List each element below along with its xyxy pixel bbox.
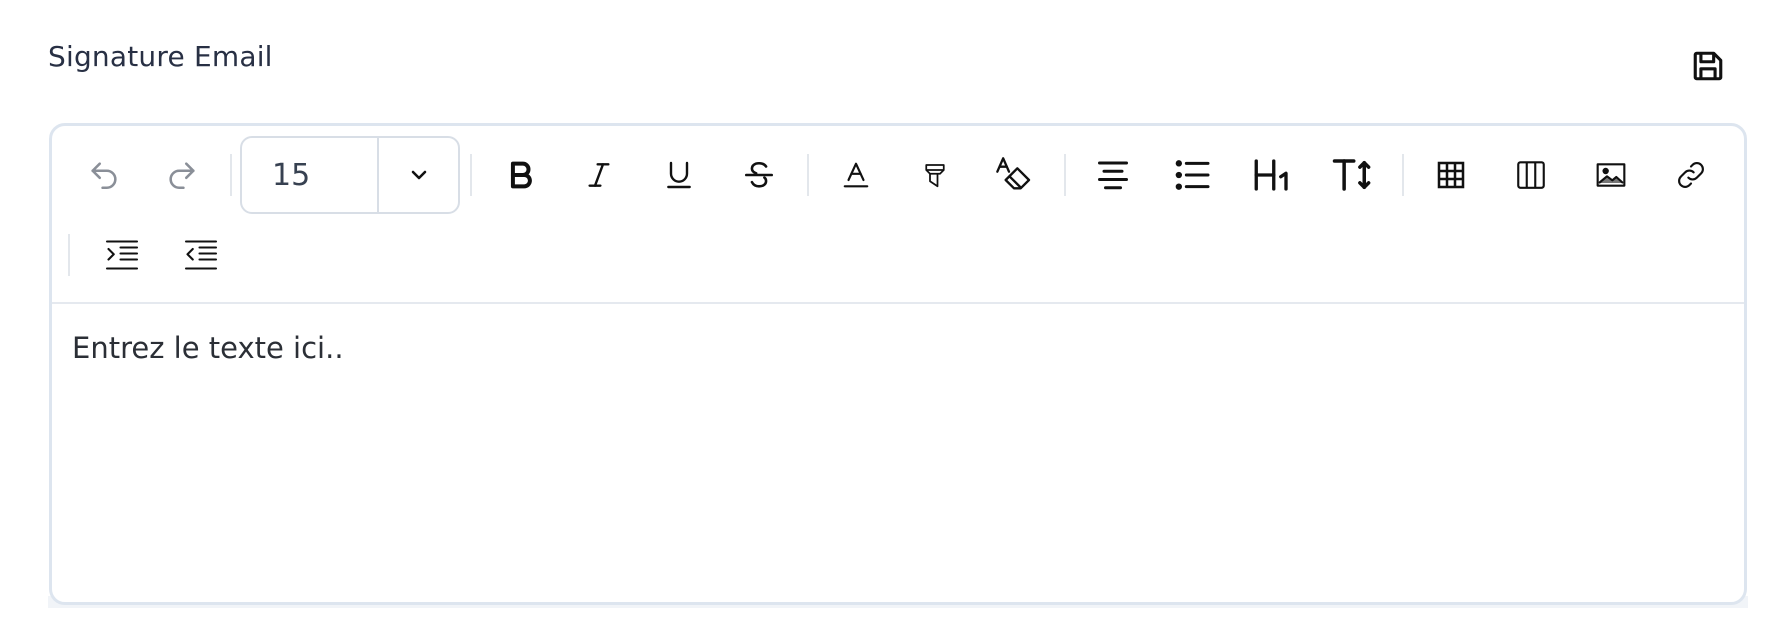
indent-icon (105, 240, 139, 270)
toolbar-separator (807, 154, 809, 196)
toolbar-separator (1402, 154, 1404, 196)
underline-button[interactable] (649, 145, 709, 205)
font-color-button[interactable] (826, 145, 886, 205)
redo-icon (169, 162, 195, 190)
editor-content-area[interactable]: Entrez le texte ici.. (72, 331, 1722, 571)
bold-button[interactable] (490, 145, 550, 205)
outdent-icon (184, 240, 218, 270)
highlight-button[interactable] (905, 145, 965, 205)
line-height-icon (1332, 159, 1371, 191)
editor-placeholder: Entrez le texte ici.. (72, 331, 344, 365)
undo-button[interactable] (74, 145, 134, 205)
table-button[interactable] (1421, 145, 1481, 205)
clear-format-icon (996, 157, 1031, 190)
strikethrough-icon (744, 161, 774, 188)
undo-icon (91, 162, 117, 190)
clear-format-button[interactable] (984, 145, 1044, 205)
align-center-icon (1098, 161, 1128, 190)
columns-button[interactable] (1501, 145, 1561, 205)
table-icon (1437, 161, 1465, 189)
line-height-button[interactable] (1322, 145, 1382, 205)
image-icon (1596, 163, 1626, 187)
columns-icon (1517, 161, 1545, 189)
toolbar-separator (230, 154, 232, 196)
image-button[interactable] (1581, 145, 1641, 205)
link-button[interactable] (1661, 145, 1721, 205)
font-size-dropdown-button[interactable] (379, 138, 458, 212)
heading-button[interactable] (1242, 145, 1302, 205)
underline-icon (667, 161, 691, 189)
highlighter-icon (925, 164, 945, 188)
rich-text-editor: 15 Entrez le texte ici.. (49, 123, 1747, 605)
italic-button[interactable] (569, 145, 629, 205)
chevron-down-icon (411, 170, 426, 180)
redo-button[interactable] (152, 145, 212, 205)
toolbar-separator (68, 234, 70, 276)
toolbar-separator (1064, 154, 1066, 196)
strikethrough-button[interactable] (729, 145, 789, 205)
bullet-list-icon (1175, 160, 1210, 190)
save-button[interactable] (1688, 46, 1728, 86)
outdent-button[interactable] (171, 225, 231, 285)
link-icon (1678, 162, 1704, 188)
editor-toolbar: 15 (52, 126, 1744, 304)
font-size-value: 15 (242, 138, 379, 212)
bold-icon (510, 161, 532, 189)
indent-button[interactable] (92, 225, 152, 285)
floppy-disk-icon (1693, 51, 1723, 81)
italic-icon (588, 163, 610, 187)
font-color-icon (843, 162, 869, 188)
bullet-list-button[interactable] (1163, 145, 1223, 205)
font-size-select[interactable]: 15 (240, 136, 460, 214)
heading-icon (1254, 159, 1288, 191)
align-button[interactable] (1083, 145, 1143, 205)
page-title: Signature Email (48, 40, 273, 73)
toolbar-separator (470, 154, 472, 196)
